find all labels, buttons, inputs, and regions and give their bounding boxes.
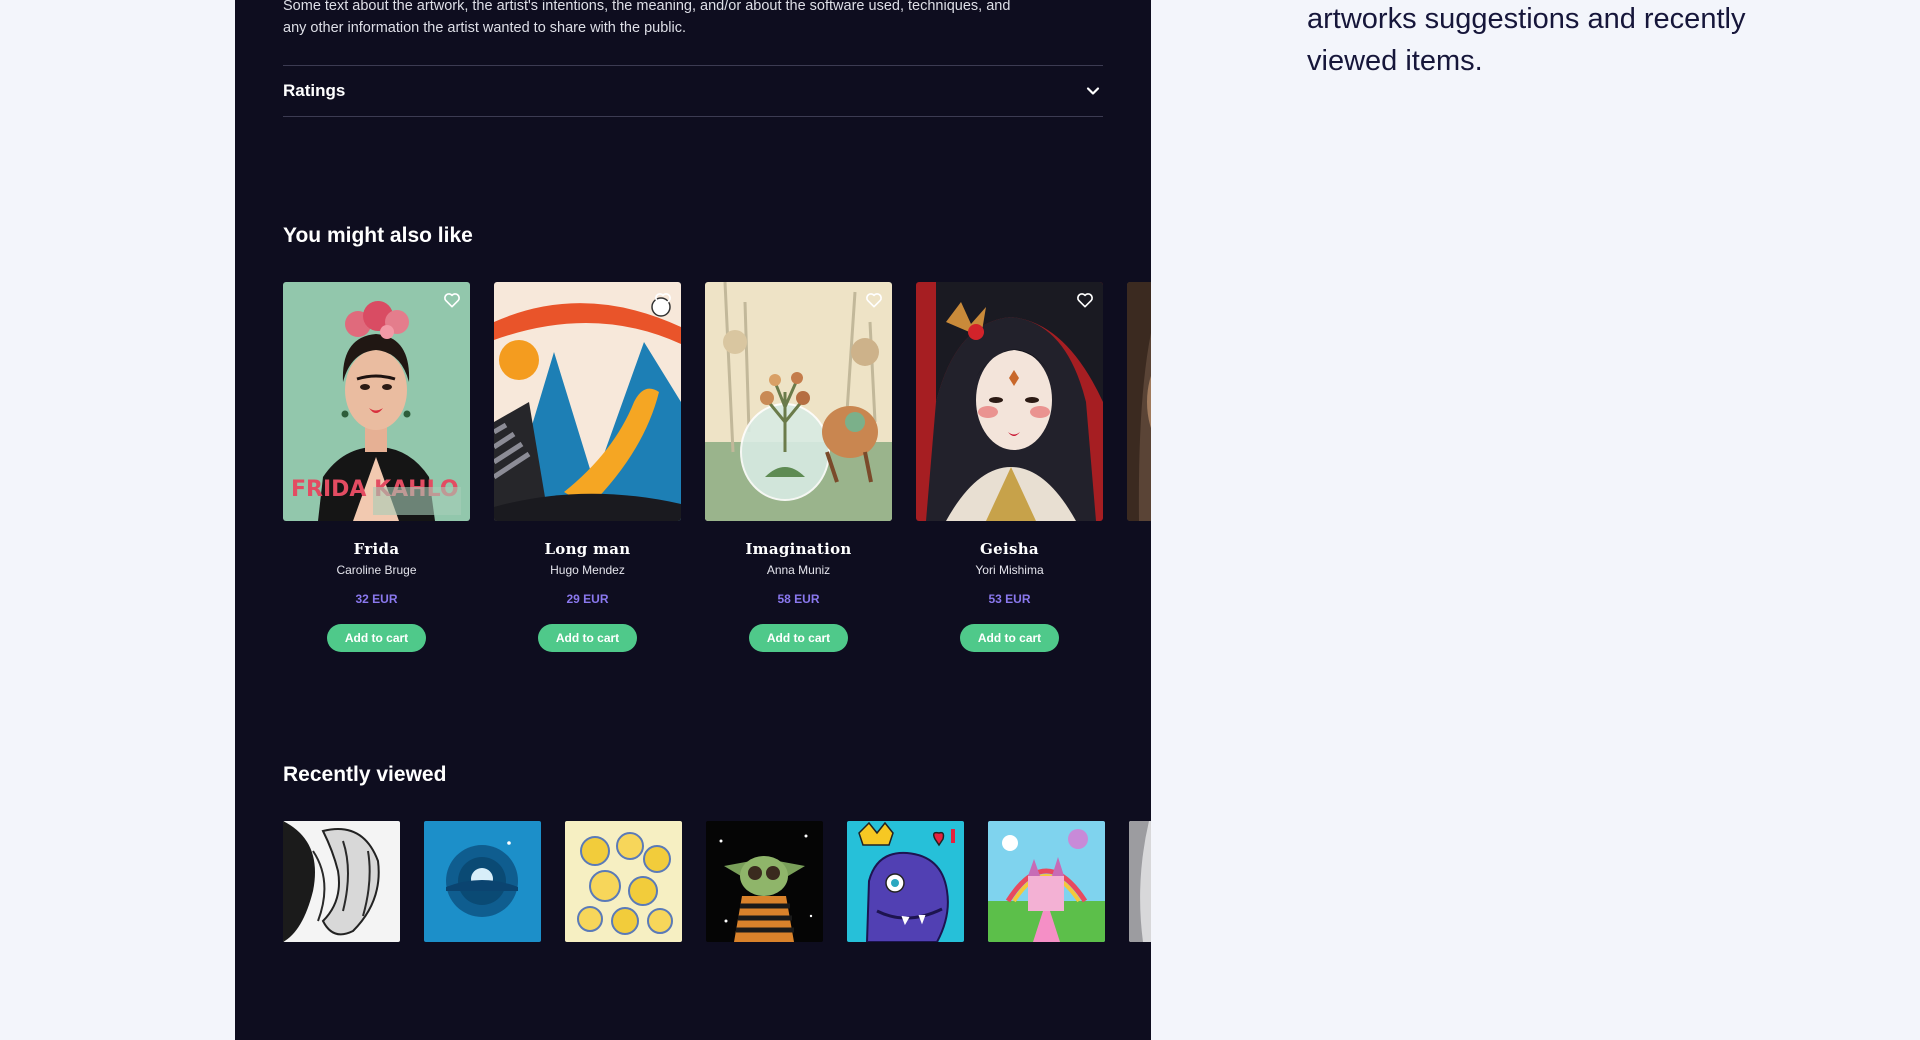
imagination-artwork-image (705, 282, 892, 521)
recently-viewed-list (283, 821, 1151, 943)
product-card[interactable]: Long man Hugo Mendez 29 EUR Add to cart (494, 282, 681, 652)
frida-portrait-image: FRIDA KAHLO (283, 282, 470, 521)
artwork-description: Some text about the artwork, the artist'… (283, 0, 1011, 36)
add-to-cart-button[interactable]: Add to cart (960, 624, 1059, 652)
product-image-imagination[interactable] (705, 282, 892, 521)
product-artist[interactable]: Anna Muniz (705, 563, 892, 577)
space-creature-image (706, 821, 823, 942)
product-title[interactable]: Geisha (916, 540, 1103, 558)
divider (283, 116, 1103, 117)
product-artist[interactable]: Yori Mishima (916, 563, 1103, 577)
product-image-long-man[interactable] (494, 282, 681, 521)
ink-portrait-image (283, 821, 400, 942)
product-card[interactable] (1127, 282, 1151, 521)
product-card[interactable]: Geisha Yori Mishima 53 EUR Add to cart (916, 282, 1103, 652)
product-price: 53 EUR (988, 592, 1031, 606)
product-price: 32 EUR (355, 592, 398, 606)
recent-item-thumbnail[interactable] (424, 821, 541, 942)
recent-item-thumbnail[interactable] (565, 821, 682, 942)
recently-viewed-title: Recently viewed (283, 763, 447, 786)
heart-icon[interactable] (864, 290, 884, 310)
doodle-cats-image (565, 821, 682, 942)
ratings-label: Ratings (283, 81, 346, 100)
product-image-frida[interactable]: FRIDA KAHLO (283, 282, 470, 521)
product-card[interactable]: FRIDA KAHLO Frida Caroline Bruge 32 EUR … (283, 282, 470, 652)
product-title[interactable]: Imagination (705, 540, 892, 558)
product-card[interactable]: Imagination Anna Muniz 58 EUR Add to car… (705, 282, 892, 652)
heart-icon[interactable] (442, 290, 462, 310)
geisha-artwork-image (916, 282, 1103, 521)
artwork-page-mockup: Some text about the artwork, the artist'… (235, 0, 1151, 1040)
product-title[interactable]: Long man (494, 540, 681, 558)
suggestions-title: You might also like (283, 224, 473, 247)
product-image-geisha[interactable] (916, 282, 1103, 521)
recent-item-thumbnail[interactable] (283, 821, 400, 942)
add-to-cart-button[interactable]: Add to cart (538, 624, 637, 652)
recent-item-thumbnail[interactable] (847, 821, 964, 942)
product-artist[interactable]: Caroline Bruge (283, 563, 470, 577)
portrait-artwork-image (1127, 282, 1151, 521)
product-title[interactable]: Frida (283, 540, 470, 558)
recent-item-thumbnail[interactable] (706, 821, 823, 942)
suggestions-carousel: FRIDA KAHLO Frida Caroline Bruge 32 EUR … (283, 282, 1151, 682)
chevron-down-icon (1086, 87, 1100, 95)
product-image-partial[interactable] (1127, 282, 1151, 521)
add-to-cart-button[interactable]: Add to cart (749, 624, 848, 652)
long-man-artwork-image (494, 282, 681, 521)
add-to-cart-button[interactable]: Add to cart (327, 624, 426, 652)
product-artist[interactable]: Hugo Mendez (494, 563, 681, 577)
product-price: 58 EUR (777, 592, 820, 606)
recent-item-thumbnail[interactable] (1129, 821, 1151, 942)
product-price: 29 EUR (566, 592, 609, 606)
vinyl-moon-image (424, 821, 541, 942)
grey-artwork-image (1129, 821, 1151, 942)
blue-dragon-image (847, 821, 964, 942)
recent-item-thumbnail[interactable] (988, 821, 1105, 942)
heart-icon[interactable] (653, 290, 673, 310)
ratings-accordion[interactable]: Ratings (283, 66, 1103, 116)
side-caption: artworks suggestions and recently viewed… (1307, 3, 1746, 77)
heart-icon[interactable] (1075, 290, 1095, 310)
fantasy-castle-image (988, 821, 1105, 942)
